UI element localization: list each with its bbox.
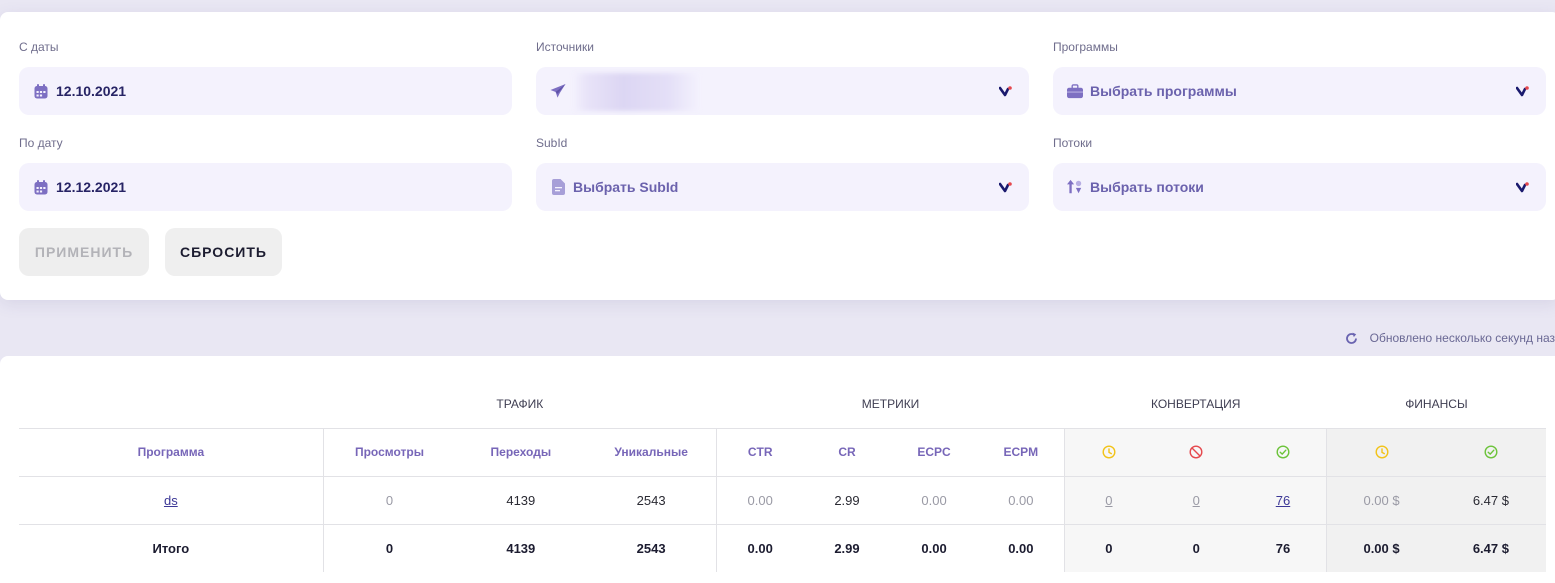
cell-views: 0 (322, 475, 456, 524)
paper-plane-icon (550, 83, 566, 99)
date-from-label: С даты (19, 40, 59, 54)
sources-label: Источники (536, 40, 594, 54)
date-from-input[interactable]: 12.10.2021 (19, 67, 512, 115)
col-ctr[interactable]: CTR (715, 427, 804, 476)
group-finance: ФИНАНСЫ (1405, 396, 1468, 411)
last-updated: Обновлено несколько секунд наз (1345, 330, 1555, 346)
chevron-down-icon (1516, 182, 1529, 193)
total-conv-approved: 76 (1239, 523, 1327, 572)
programs-value: Выбрать программы (1090, 83, 1237, 99)
group-empty (19, 380, 323, 428)
cell-conv-pending: 0 (1064, 475, 1153, 524)
streams-field: Потоки Выбрать потоки (1053, 135, 1546, 211)
cell-fin-approved: 6.47 $ (1435, 475, 1546, 524)
cell-unique: 2543 (586, 475, 717, 524)
date-to-value: 12.12.2021 (56, 179, 127, 195)
last-updated-text: Обновлено несколько секунд наз (1369, 331, 1555, 345)
total-cr: 2.99 (803, 523, 891, 572)
date-to-field: По дату 12.12.2021 (19, 135, 512, 211)
subid-select[interactable]: Выбрать SubId (536, 163, 1029, 211)
sources-field: Источники (536, 39, 1029, 115)
cell-ecpc: 0.00 (890, 475, 978, 524)
conv-rejected-link[interactable]: 0 (1193, 493, 1200, 508)
subid-value: Выбрать SubId (573, 179, 679, 195)
reset-button[interactable]: СБРОСИТЬ (165, 228, 282, 276)
col-ecpc[interactable]: ECPC (890, 427, 978, 476)
arrows-shapes-icon (1067, 179, 1083, 195)
briefcase-icon (1067, 83, 1083, 99)
cell-cr: 2.99 (803, 475, 891, 524)
cell-program: ds (19, 475, 324, 524)
col-clicks[interactable]: Переходы (455, 427, 587, 476)
col-ecpm[interactable]: ECPM (977, 427, 1065, 476)
check-circle-icon (1484, 445, 1498, 459)
conv-pending-link[interactable]: 0 (1105, 493, 1112, 508)
total-clicks: 4139 (455, 523, 587, 572)
program-link[interactable]: ds (164, 493, 178, 508)
programs-field: Программы Выбрать программы (1053, 39, 1546, 115)
col-unique[interactable]: Уникальные (586, 427, 717, 476)
cell-fin-pending: 0.00 $ (1326, 475, 1436, 524)
document-icon (550, 179, 566, 195)
col-conv-pending[interactable] (1064, 427, 1153, 476)
total-row: Итого 0 4139 2543 0.00 2.99 0.00 0.00 0 … (19, 523, 1546, 572)
subid-label: SubId (536, 136, 568, 150)
total-fin-pending: 0.00 $ (1326, 523, 1436, 572)
table-row: ds 0 4139 2543 0.00 2.99 0.00 0.00 0 0 7… (19, 475, 1546, 524)
total-ctr: 0.00 (715, 523, 804, 572)
conv-approved-link[interactable]: 76 (1276, 493, 1290, 508)
cell-conv-approved: 76 (1239, 475, 1327, 524)
streams-select[interactable]: Выбрать потоки (1053, 163, 1546, 211)
col-fin-pending[interactable] (1326, 427, 1436, 476)
total-ecpm: 0.00 (977, 523, 1065, 572)
date-to-label: По дату (19, 136, 63, 150)
stats-table: ТРАФИК МЕТРИКИ КОНВЕРТАЦИЯ ФИНАНСЫ Прогр… (19, 380, 1546, 572)
refresh-icon[interactable] (1345, 332, 1358, 345)
programs-select[interactable]: Выбрать программы (1053, 67, 1546, 115)
date-from-field: С даты 12.10.2021 (19, 39, 512, 115)
total-conv-rejected: 0 (1152, 523, 1240, 572)
chevron-down-icon (1516, 86, 1529, 97)
group-conversion: КОНВЕРТАЦИЯ (1150, 396, 1241, 411)
total-unique: 2543 (586, 523, 717, 572)
col-views[interactable]: Просмотры (322, 427, 456, 476)
total-label: Итого (19, 523, 324, 572)
calendar-icon (33, 179, 49, 195)
date-to-input[interactable]: 12.12.2021 (19, 163, 512, 211)
col-program[interactable]: Программа (19, 427, 324, 476)
filter-panel: С даты 12.10.2021 Источники Программы Вы… (0, 12, 1555, 300)
programs-label: Программы (1053, 40, 1118, 54)
forbidden-icon (1189, 445, 1203, 459)
redacted-sources (572, 73, 700, 111)
group-traffic: ТРАФИК (496, 396, 544, 411)
col-conv-approved[interactable] (1239, 427, 1327, 476)
calendar-icon (33, 83, 49, 99)
chevron-down-icon (999, 86, 1012, 97)
col-conv-rejected[interactable] (1152, 427, 1240, 476)
total-ecpc: 0.00 (890, 523, 978, 572)
stats-table-panel: ТРАФИК МЕТРИКИ КОНВЕРТАЦИЯ ФИНАНСЫ Прогр… (0, 356, 1555, 583)
cell-ecpm: 0.00 (977, 475, 1065, 524)
column-header-row: Программа Просмотры Переходы Уникальные … (19, 427, 1546, 476)
clock-icon (1102, 445, 1116, 459)
chevron-down-icon (999, 182, 1012, 193)
cell-conv-rejected: 0 (1152, 475, 1240, 524)
sources-select[interactable] (536, 67, 1029, 115)
col-fin-approved[interactable] (1435, 427, 1546, 476)
date-from-value: 12.10.2021 (56, 83, 127, 99)
group-metrics: МЕТРИКИ (861, 396, 920, 411)
clock-icon (1375, 445, 1389, 459)
total-conv-pending: 0 (1064, 523, 1153, 572)
total-views: 0 (322, 523, 456, 572)
cell-ctr: 0.00 (715, 475, 804, 524)
col-cr[interactable]: CR (803, 427, 891, 476)
streams-value: Выбрать потоки (1090, 179, 1204, 195)
group-header-row: ТРАФИК МЕТРИКИ КОНВЕРТАЦИЯ ФИНАНСЫ (19, 380, 1546, 428)
apply-button[interactable]: ПРИМЕНИТЬ (19, 228, 149, 276)
total-fin-approved: 6.47 $ (1435, 523, 1546, 572)
streams-label: Потоки (1053, 136, 1093, 150)
check-circle-icon (1276, 445, 1290, 459)
cell-clicks: 4139 (455, 475, 587, 524)
subid-field: SubId Выбрать SubId (536, 135, 1029, 211)
